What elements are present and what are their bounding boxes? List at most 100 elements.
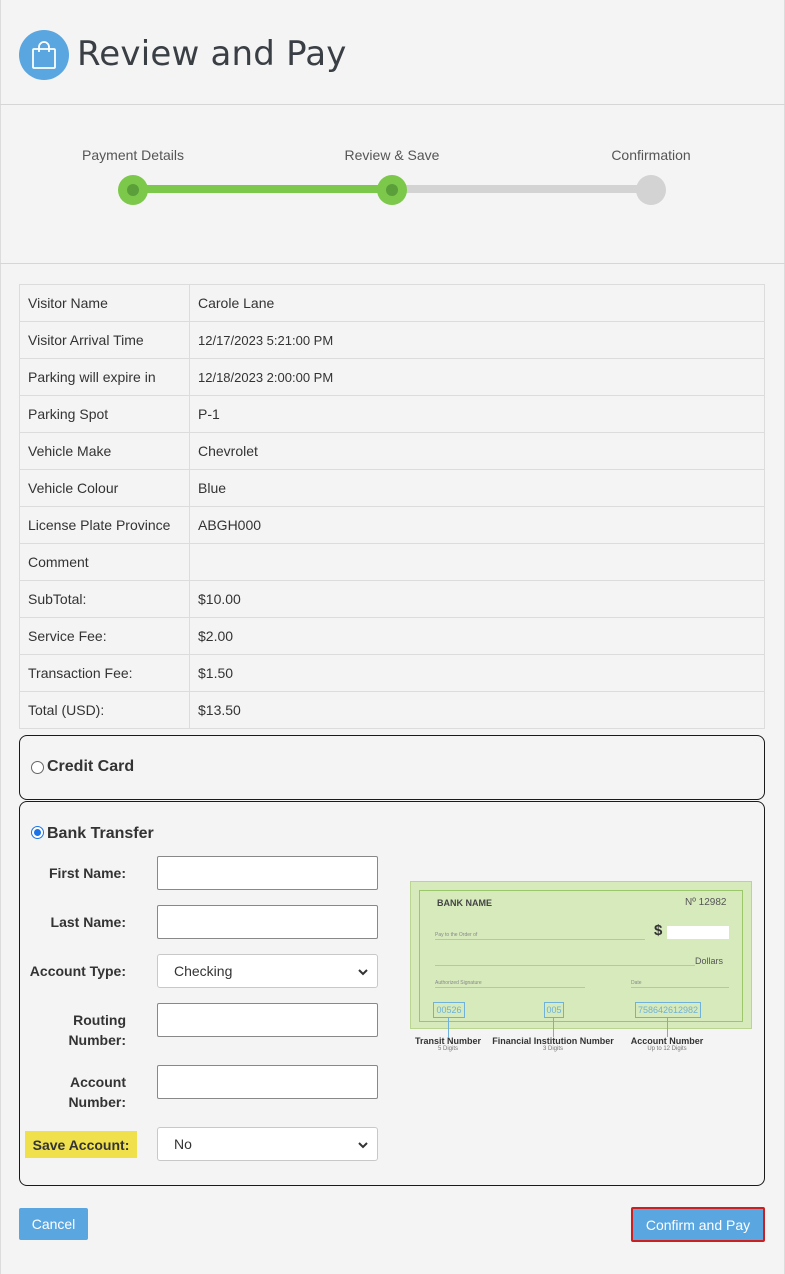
row-value: $2.00 — [189, 617, 765, 655]
table-row: Visitor Name Carole Lane — [19, 284, 765, 322]
chevron-down-icon — [358, 1142, 368, 1149]
step-dot-review-save — [377, 175, 407, 205]
step-label-payment-details: Payment Details — [82, 147, 184, 163]
row-value: $1.50 — [189, 654, 765, 692]
order-summary-table: Visitor Name Carole Lane Visitor Arrival … — [19, 284, 765, 729]
account-number-label-line1: Account — [70, 1074, 126, 1090]
account-number-field[interactable] — [157, 1065, 378, 1099]
step-dot-confirmation — [636, 175, 666, 205]
row-label: Vehicle Make — [19, 432, 190, 470]
row-label: Parking will expire in — [19, 358, 190, 396]
save-account-label: Save Account: — [25, 1131, 137, 1158]
chevron-down-icon — [358, 969, 368, 976]
table-row: Parking will expire in 12/18/2023 2:00:0… — [19, 358, 765, 396]
stepper-track-pending — [392, 185, 651, 193]
routing-number-label: Routing Number: — [26, 1010, 126, 1050]
table-row: Parking Spot P-1 — [19, 395, 765, 433]
row-label: SubTotal: — [19, 580, 190, 618]
row-value: Chevrolet — [189, 432, 765, 470]
row-label: Service Fee: — [19, 617, 190, 655]
table-row: Service Fee: $2.00 — [19, 617, 765, 655]
cheque-transit-pointer — [448, 1018, 449, 1037]
cheque-amount-box — [667, 926, 729, 939]
cheque-date-line — [631, 987, 729, 988]
credit-card-panel[interactable]: Credit Card — [19, 735, 765, 800]
row-value: Blue — [189, 469, 765, 507]
cheque-amount-line — [435, 965, 695, 966]
table-row: Vehicle Colour Blue — [19, 469, 765, 507]
row-value: $13.50 — [189, 691, 765, 729]
account-type-value: Checking — [174, 963, 233, 979]
cheque-account-pointer — [667, 1018, 668, 1037]
routing-number-label-line2: Number: — [68, 1032, 126, 1048]
cheque-date-label: Date — [631, 980, 642, 986]
save-account-select[interactable]: No — [157, 1127, 378, 1161]
table-row: License Plate Province ABGH000 — [19, 506, 765, 544]
cheque-signature-label: Authorized Signature — [435, 980, 482, 986]
cheque-account-box: 758642612982 — [635, 1002, 701, 1018]
cheque-institution-box: 005 — [544, 1002, 564, 1018]
cancel-button[interactable]: Cancel — [19, 1208, 88, 1240]
bank-transfer-panel: Bank Transfer First Name: Last Name: Acc… — [19, 801, 765, 1186]
table-row: Vehicle Make Chevrolet — [19, 432, 765, 470]
account-type-label: Account Type: — [29, 963, 126, 979]
routing-number-field[interactable] — [157, 1003, 378, 1037]
account-number-label-line2: Number: — [68, 1094, 126, 1110]
row-label: Comment — [19, 543, 190, 581]
row-value: 12/18/2023 2:00:00 PM — [189, 358, 765, 396]
cheque-dollar-sign: $ — [654, 922, 663, 939]
row-value: 12/17/2023 5:21:00 PM — [189, 321, 765, 359]
account-number-label: Account Number: — [26, 1072, 126, 1112]
cheque-account-sub: Up to 12 Digits — [647, 1046, 687, 1052]
row-value: $10.00 — [189, 580, 765, 618]
progress-stepper: Payment Details Review & Save Confirmati… — [0, 105, 785, 264]
shopping-bag-icon — [19, 30, 69, 80]
row-label: Visitor Arrival Time — [19, 321, 190, 359]
table-row: Comment — [19, 543, 765, 581]
last-name-field[interactable] — [157, 905, 378, 939]
first-name-field[interactable] — [157, 856, 378, 890]
cheque-institution-pointer — [553, 1018, 554, 1037]
cheque-bank-name: BANK NAME — [437, 898, 492, 908]
sample-cheque-image: BANK NAME Nº 12982 Pay to the Order of $… — [410, 881, 752, 1029]
page-title: Review and Pay — [77, 34, 347, 74]
bank-transfer-label[interactable]: Bank Transfer — [47, 825, 154, 843]
row-label: License Plate Province — [19, 506, 190, 544]
cheque-transit-caption: Transit Number — [414, 1036, 482, 1046]
row-label: Transaction Fee: — [19, 654, 190, 692]
confirm-and-pay-button[interactable]: Confirm and Pay — [631, 1207, 765, 1242]
cheque-institution-sub: 3 Digits — [542, 1046, 564, 1052]
row-value — [189, 543, 765, 581]
step-label-confirmation: Confirmation — [611, 147, 691, 163]
cheque-pay-to: Pay to the Order of — [435, 932, 478, 938]
table-row: SubTotal: $10.00 — [19, 580, 765, 618]
step-label-review-save: Review & Save — [344, 147, 440, 163]
last-name-label: Last Name: — [50, 914, 126, 930]
row-label: Vehicle Colour — [19, 469, 190, 507]
stepper-track-complete — [133, 185, 392, 193]
bank-transfer-radio[interactable] — [31, 826, 44, 839]
cheque-payee-line — [435, 939, 645, 940]
cheque-transit-sub: 5 Digits — [437, 1046, 459, 1052]
cheque-institution-caption: Financial Institution Number — [492, 1036, 614, 1046]
account-type-select[interactable]: Checking — [157, 954, 378, 988]
table-row: Total (USD): $13.50 — [19, 691, 765, 729]
page-header: Review and Pay — [0, 0, 785, 105]
cheque-signature-line — [435, 987, 585, 988]
table-row: Transaction Fee: $1.50 — [19, 654, 765, 692]
row-label: Total (USD): — [19, 691, 190, 729]
row-label: Visitor Name — [19, 284, 190, 322]
row-label: Parking Spot — [19, 395, 190, 433]
step-dot-payment-details — [118, 175, 148, 205]
credit-card-radio[interactable] — [31, 761, 44, 774]
cheque-number: Nº 12982 — [685, 897, 727, 908]
routing-number-label-line1: Routing — [73, 1012, 126, 1028]
table-row: Visitor Arrival Time 12/17/2023 5:21:00 P… — [19, 321, 765, 359]
save-account-value: No — [174, 1136, 192, 1152]
cheque-account-caption: Account Number — [630, 1036, 704, 1046]
credit-card-label[interactable]: Credit Card — [47, 758, 134, 776]
row-value: P-1 — [189, 395, 765, 433]
row-value: ABGH000 — [189, 506, 765, 544]
cheque-dollars-label: Dollars — [695, 956, 724, 966]
cheque-transit-box: 00526 — [433, 1002, 465, 1018]
